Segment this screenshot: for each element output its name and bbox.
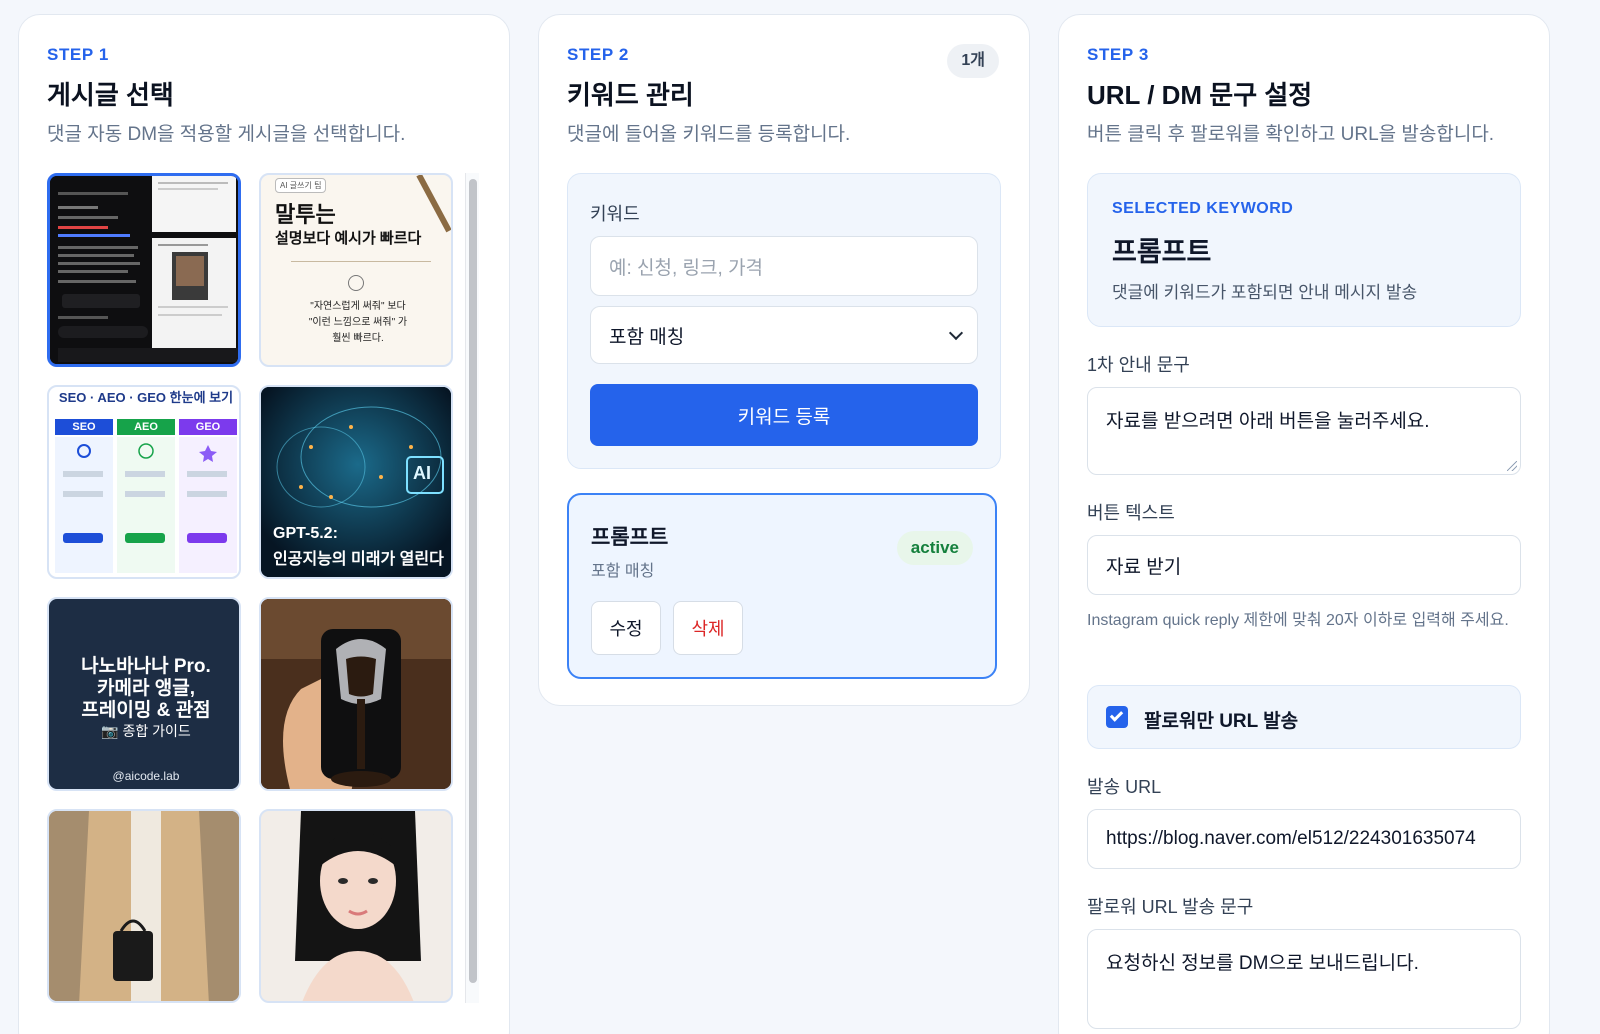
tip-headline: 말투는 (275, 202, 336, 227)
nano-subtitle: 📷 종합 가이드 (49, 721, 239, 741)
chevron-down-icon (948, 325, 964, 341)
keyword-item[interactable]: 프롬프트 포함 매칭 active 수정 삭제 (567, 493, 997, 679)
keyword-match-mode: 포함 매칭 (591, 563, 655, 580)
first-message-value: 자료를 받으려면 아래 버튼을 눌러주세요. (1106, 411, 1430, 432)
button-text-hint: Instagram quick reply 제한에 맞춰 20자 이하로 입력해… (1087, 612, 1509, 629)
post-thumb-fashion-coat[interactable] (47, 809, 241, 1003)
seo-title: SEO · AEO · GEO 한눈에 보기 (58, 390, 234, 405)
check-icon (1109, 708, 1124, 722)
step-label: STEP 2 (567, 45, 629, 64)
selected-keyword-tag: SELECTED KEYWORD (1112, 200, 1294, 217)
keyword-management-panel: STEP 2 1개 키워드 관리 댓글에 들어올 키워드를 등록합니다. 키워드… (538, 14, 1030, 706)
ai-chip-label: AI (413, 463, 431, 483)
post-thumb-gpt-chat[interactable] (47, 173, 241, 367)
speech-bubble-icon (348, 275, 364, 291)
status-badge: active (896, 531, 973, 565)
panel-title: 게시글 선택 (47, 80, 174, 110)
seo-columns-graphic (55, 437, 237, 573)
keyword-input[interactable]: 예: 신청, 링크, 가격 (590, 236, 978, 296)
chat-screenshot-image (50, 176, 238, 364)
follower-message-label: 팔로워 URL 발송 문구 (1087, 897, 1254, 917)
keyword-count-badge: 1개 (947, 44, 999, 78)
gpt-title: GPT-5.2: (273, 525, 338, 542)
divider-line (291, 261, 431, 262)
aeo-col-header: AEO (117, 419, 175, 435)
panel-description: 댓글에 들어올 키워드를 등록합니다. (567, 124, 851, 145)
followers-only-toggle[interactable]: 팔로워만 URL 발송 (1087, 685, 1521, 749)
keyword-name: 프롬프트 (591, 526, 669, 549)
geo-col-header: GEO (179, 419, 237, 435)
panel-description: 버튼 클릭 후 팔로워를 확인하고 URL을 발송합니다. (1087, 124, 1495, 145)
tip-subhead: 설명보다 예시가 빠르다 (275, 230, 422, 247)
follower-message-value: 요청하신 정보를 DM으로 보내드립니다. (1106, 953, 1419, 974)
match-type-select[interactable]: 포함 매칭 (590, 306, 978, 364)
gpt-subtitle: 인공지능의 미래가 열린다 (273, 551, 444, 568)
camera-icon: 📷 (101, 723, 123, 739)
panel-title: URL / DM 문구 설정 (1087, 80, 1313, 110)
selected-keyword-description: 댓글에 키워드가 포함되면 안내 메시지 발송 (1112, 283, 1418, 302)
keyword-form: 키워드 예: 신청, 링크, 가격 포함 매칭 키워드 등록 (567, 173, 1001, 469)
portrait-image (261, 811, 451, 1001)
fashion-coat-image (49, 811, 239, 1001)
nano-handle: @aicode.lab (112, 769, 180, 783)
delete-keyword-button[interactable]: 삭제 (673, 601, 743, 655)
step-label: STEP 1 (47, 45, 109, 64)
send-url-label: 발송 URL (1087, 777, 1162, 797)
tip-tag: AI 글쓰기 팁 (275, 178, 327, 193)
followers-only-label: 팔로워만 URL 발송 (1144, 711, 1299, 732)
keyword-field-label: 키워드 (590, 204, 640, 224)
post-thumb-nanobanana[interactable]: 나노바나나 Pro. 카메라 앵글, 프레이밍 & 관점 📷 종합 가이드 @a… (47, 597, 241, 791)
coffee-phone-image (261, 599, 451, 789)
post-thumb-coffee-phone[interactable] (259, 597, 453, 791)
seo-col-header: SEO (55, 419, 113, 435)
pen-icon (416, 175, 451, 233)
post-thumb-gpt52[interactable]: AI GPT-5.2: 인공지능의 미래가 열린다 (259, 385, 453, 579)
nano-title-3: 프레이밍 & 관점 (81, 700, 211, 721)
post-thumb-seo-aeo-geo[interactable]: SEO · AEO · GEO 한눈에 보기 SEO AEO GEO (47, 385, 241, 579)
tip-line-3: 훨씬 빠르다. (332, 333, 384, 344)
scrollbar-thumb[interactable] (469, 179, 477, 983)
tip-line-2: "이런 느낌으로 써줘" 가 (308, 317, 408, 328)
button-text-input[interactable]: 자료 받기 (1087, 535, 1521, 595)
selected-keyword-name: 프롬프트 (1112, 237, 1212, 267)
match-type-value: 포함 매칭 (609, 326, 685, 348)
button-text-label: 버튼 텍스트 (1087, 503, 1175, 523)
send-url-input[interactable]: https://blog.naver.com/el512/22430163507… (1087, 809, 1521, 869)
resize-handle-icon[interactable] (1507, 461, 1517, 471)
post-thumb-portrait[interactable] (259, 809, 453, 1003)
url-dm-settings-panel: STEP 3 URL / DM 문구 설정 버튼 클릭 후 팔로워를 확인하고 … (1058, 14, 1550, 1034)
post-list-scrollbar[interactable] (465, 173, 479, 1003)
panel-description: 댓글 자동 DM을 적용할 게시글을 선택합니다. (47, 124, 406, 145)
nano-guide-text: 종합 가이드 (122, 723, 191, 739)
selected-keyword-box: SELECTED KEYWORD 프롬프트 댓글에 키워드가 포함되면 안내 메… (1087, 173, 1521, 327)
post-selection-panel: STEP 1 게시글 선택 댓글 자동 DM을 적용할 게시글을 선택합니다. (18, 14, 510, 1034)
post-thumb-speech-tip[interactable]: AI 글쓰기 팁 말투는 설명보다 예시가 빠르다 "자연스럽게 써줘" 보다 … (259, 173, 453, 367)
edit-keyword-button[interactable]: 수정 (591, 601, 661, 655)
follower-message-textarea[interactable]: 요청하신 정보를 DM으로 보내드립니다. (1087, 929, 1521, 1029)
first-message-textarea[interactable]: 자료를 받으려면 아래 버튼을 눌러주세요. (1087, 387, 1521, 475)
step-label: STEP 3 (1087, 45, 1149, 64)
first-message-label: 1차 안내 문구 (1087, 355, 1190, 375)
register-keyword-button[interactable]: 키워드 등록 (590, 384, 978, 446)
tip-line-1: "자연스럽게 써줘" 보다 (310, 301, 406, 312)
followers-only-checkbox[interactable] (1106, 706, 1128, 728)
panel-title: 키워드 관리 (567, 80, 694, 110)
